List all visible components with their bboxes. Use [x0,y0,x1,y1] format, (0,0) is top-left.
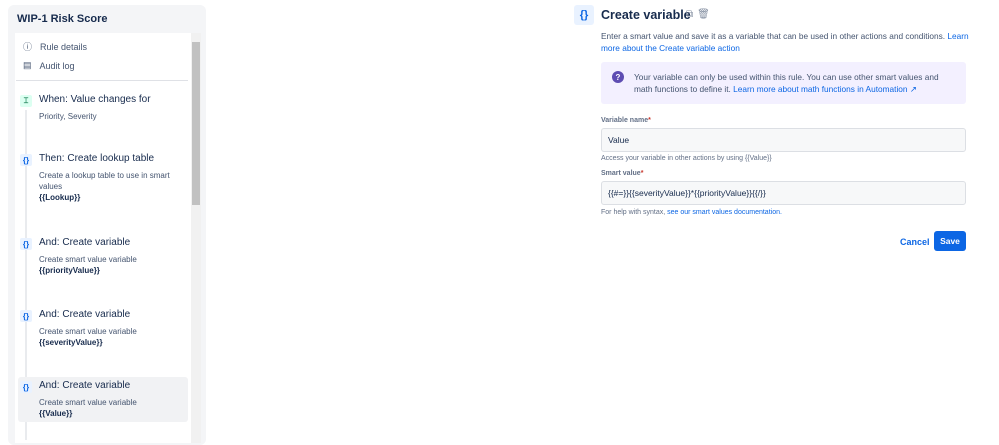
smart-value-help: For help with syntax, see our smart valu… [601,209,782,216]
save-button[interactable]: Save [934,231,966,251]
smart-value-label: Smart value* [601,170,643,177]
info-icon: ⓘ [23,42,33,52]
description-text: Enter a smart value and save it as a var… [601,31,948,41]
step-variable: {{Lookup}} [39,193,81,202]
step-desc: Create a lookup table to use in smart va… [39,171,170,191]
step-desc: Create smart value variable [39,398,137,407]
info-message: ? Your variable can only be used within … [601,62,966,104]
rule-title: WIP-1 Risk Score [17,13,108,25]
step-variable: {{severityValue}} [39,338,103,347]
braces-icon: {} [20,238,32,250]
nav-label: Audit log [39,60,75,71]
required-mark: * [640,170,644,177]
panel-title: Create variable [601,8,691,22]
cancel-button[interactable]: Cancel [900,237,930,247]
trash-icon[interactable]: 🗑 [697,9,710,20]
step-heading: Then: Create lookup table [39,153,155,164]
step-create-variable-priority[interactable]: {} And: Create variable Create smart val… [18,237,188,277]
step-heading: And: Create variable [39,380,131,391]
question-icon: ? [612,71,624,83]
step-variable: {{priorityValue}} [39,266,100,275]
help-text: For help with syntax, [601,209,668,216]
step-create-variable-value[interactable]: {} And: Create variable Create smart val… [18,377,188,422]
label-text: Variable name [601,117,649,124]
smart-values-docs-link[interactable]: see our smart values documentation. [667,209,782,216]
step-create-variable-severity[interactable]: {} And: Create variable Create smart val… [18,309,188,349]
copy-icon[interactable]: ⧉ [686,9,693,20]
variable-name-label: Variable name* [601,117,651,124]
braces-icon: {} [20,310,32,322]
panel-description: Enter a smart value and save it as a var… [601,30,971,54]
required-mark: * [648,117,651,124]
braces-icon: {} [20,381,32,393]
divider [16,80,188,81]
step-desc: Create smart value variable [39,327,137,336]
step-when-value-changes[interactable]: ⌶ When: Value changes for Priority, Seve… [18,94,188,134]
braces-icon: {} [20,154,32,166]
nav-audit-log[interactable]: ▤ Audit log [23,60,75,71]
braces-icon: {} [574,5,594,25]
nav-label: Rule details [40,41,88,52]
step-heading: And: Create variable [39,309,131,320]
step-variable: {{Value}} [39,409,73,418]
step-heading: And: Create variable [39,237,131,248]
nav-rule-details[interactable]: ⓘ Rule details [23,40,87,53]
label-text: Smart value [601,170,641,177]
scrollbar-thumb[interactable] [192,42,200,205]
variable-name-input[interactable]: Value [601,128,966,152]
smart-value-input[interactable]: {{#=}}{{severityValue}}*{{priorityValue}… [601,181,966,205]
step-desc: Priority, Severity [39,112,97,121]
math-functions-link[interactable]: Learn more about math functions in Autom… [733,84,917,94]
step-heading: When: Value changes for [39,94,151,105]
trigger-icon: ⌶ [20,95,32,107]
step-desc: Create smart value variable [39,255,137,264]
document-icon: ▤ [23,60,32,70]
step-create-lookup-table[interactable]: {} Then: Create lookup table Create a lo… [18,153,188,208]
variable-help: Access your variable in other actions by… [601,155,772,162]
